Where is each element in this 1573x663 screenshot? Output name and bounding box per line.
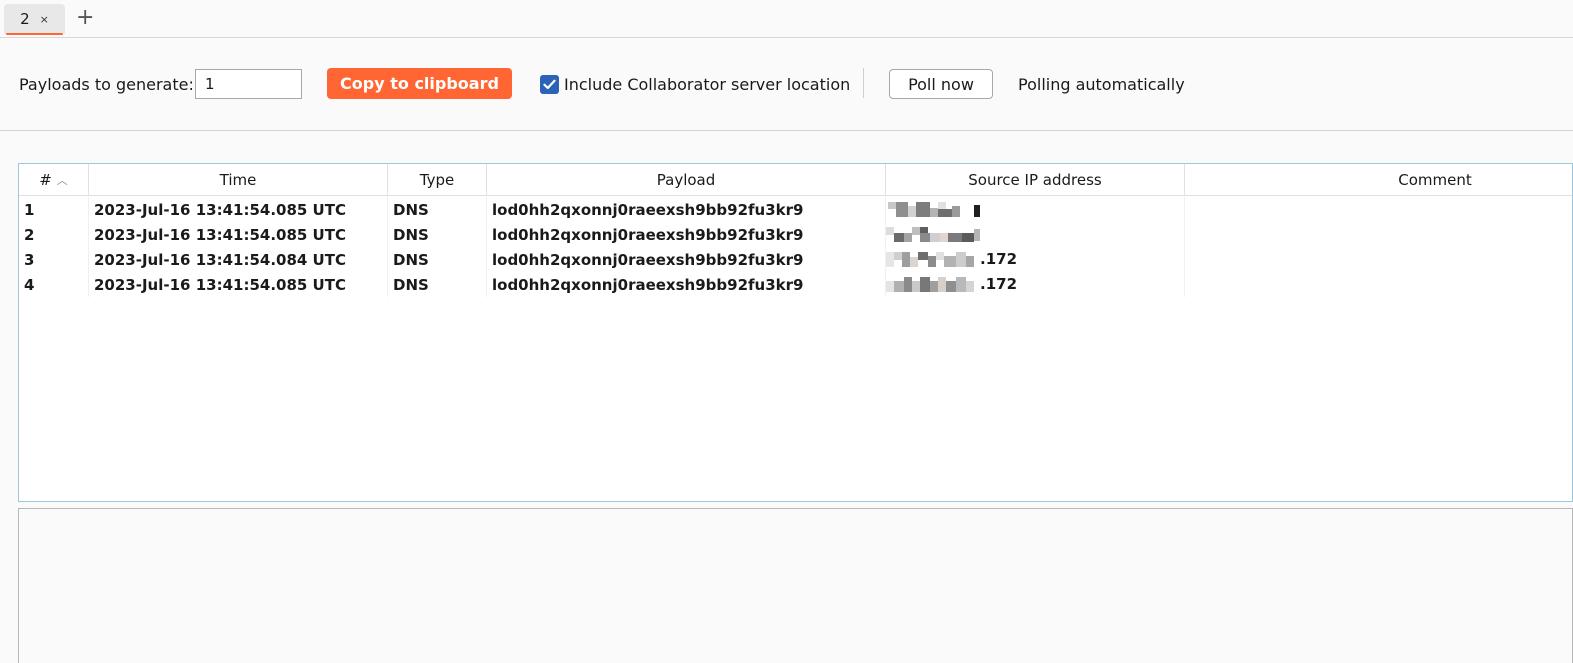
- tab-label: 2: [20, 10, 30, 28]
- tab-bar: 2 × +: [0, 0, 1573, 38]
- ip-visible-suffix: .172: [980, 250, 1018, 268]
- cell-number: 1: [19, 197, 89, 222]
- redacted-ip: [886, 227, 986, 242]
- copy-to-clipboard-button[interactable]: Copy to clipboard: [327, 68, 512, 99]
- column-header-type[interactable]: Type: [388, 164, 487, 196]
- collaborator-toolbar: Payloads to generate: Copy to clipboard …: [0, 38, 1573, 131]
- cell-payload: lod0hh2qxonnj0raeexsh9bb92fu3kr9: [487, 197, 886, 222]
- column-header-time[interactable]: Time: [89, 164, 388, 196]
- tab-2[interactable]: 2 ×: [4, 4, 65, 35]
- column-header-number[interactable]: # ︿: [19, 164, 89, 196]
- cell-comment[interactable]: [1185, 272, 1572, 297]
- tab-close-icon[interactable]: ×: [40, 13, 49, 26]
- cell-comment[interactable]: [1185, 197, 1572, 222]
- toolbar-divider: [863, 68, 864, 98]
- table-header: # ︿ Time Type Payload Source IP address …: [19, 164, 1572, 196]
- cell-comment[interactable]: [1185, 247, 1572, 272]
- cell-type: DNS: [388, 272, 487, 297]
- include-server-location-checkbox[interactable]: [540, 75, 559, 94]
- cell-source-ip: [886, 197, 1185, 222]
- interaction-details-panel[interactable]: [18, 508, 1573, 663]
- cell-payload: lod0hh2qxonnj0raeexsh9bb92fu3kr9: [487, 247, 886, 272]
- cell-time: 2023-Jul-16 13:41:54.085 UTC: [89, 222, 388, 247]
- cell-payload: lod0hh2qxonnj0raeexsh9bb92fu3kr9: [487, 272, 886, 297]
- cell-source-ip: .172: [886, 272, 1185, 297]
- cell-type: DNS: [388, 222, 487, 247]
- cell-comment[interactable]: [1185, 222, 1572, 247]
- cell-number: 3: [19, 247, 89, 272]
- table-row[interactable]: 2 2023-Jul-16 13:41:54.085 UTC DNS lod0h…: [19, 222, 1572, 247]
- payloads-count-input[interactable]: [195, 69, 302, 99]
- table-row[interactable]: 1 2023-Jul-16 13:41:54.085 UTC DNS lod0h…: [19, 197, 1572, 222]
- collaborator-window: 2 × + Payloads to generate: Copy to clip…: [0, 0, 1573, 663]
- poll-now-button[interactable]: Poll now: [889, 69, 993, 99]
- include-server-location-label[interactable]: Include Collaborator server location: [564, 75, 850, 94]
- cell-payload: lod0hh2qxonnj0raeexsh9bb92fu3kr9: [487, 222, 886, 247]
- table-row[interactable]: 4 2023-Jul-16 13:41:54.085 UTC DNS lod0h…: [19, 272, 1572, 297]
- redacted-ip: [886, 277, 986, 292]
- cell-time: 2023-Jul-16 13:41:54.085 UTC: [89, 197, 388, 222]
- redacted-ip: [886, 252, 986, 267]
- active-tab-indicator: [6, 33, 63, 35]
- cell-source-ip: [886, 222, 1185, 247]
- add-tab-icon[interactable]: +: [76, 5, 94, 31]
- cell-source-ip: .172: [886, 247, 1185, 272]
- column-header-comment[interactable]: Comment: [1185, 164, 1572, 196]
- interactions-table[interactable]: # ︿ Time Type Payload Source IP address …: [18, 163, 1573, 502]
- cell-number: 4: [19, 272, 89, 297]
- payloads-to-generate-label: Payloads to generate:: [19, 75, 194, 94]
- cell-number: 2: [19, 222, 89, 247]
- ip-visible-suffix: .172: [980, 275, 1018, 293]
- cell-type: DNS: [388, 247, 487, 272]
- redacted-ip: [886, 202, 986, 217]
- column-header-payload[interactable]: Payload: [487, 164, 886, 196]
- polling-status: Polling automatically: [1018, 75, 1185, 94]
- column-header-source-ip[interactable]: Source IP address: [886, 164, 1185, 196]
- cell-time: 2023-Jul-16 13:41:54.084 UTC: [89, 247, 388, 272]
- table-row[interactable]: 3 2023-Jul-16 13:41:54.084 UTC DNS lod0h…: [19, 247, 1572, 272]
- cell-time: 2023-Jul-16 13:41:54.085 UTC: [89, 272, 388, 297]
- sort-ascending-icon: ︿: [56, 174, 68, 187]
- checkmark-icon: [543, 79, 556, 90]
- cell-type: DNS: [388, 197, 487, 222]
